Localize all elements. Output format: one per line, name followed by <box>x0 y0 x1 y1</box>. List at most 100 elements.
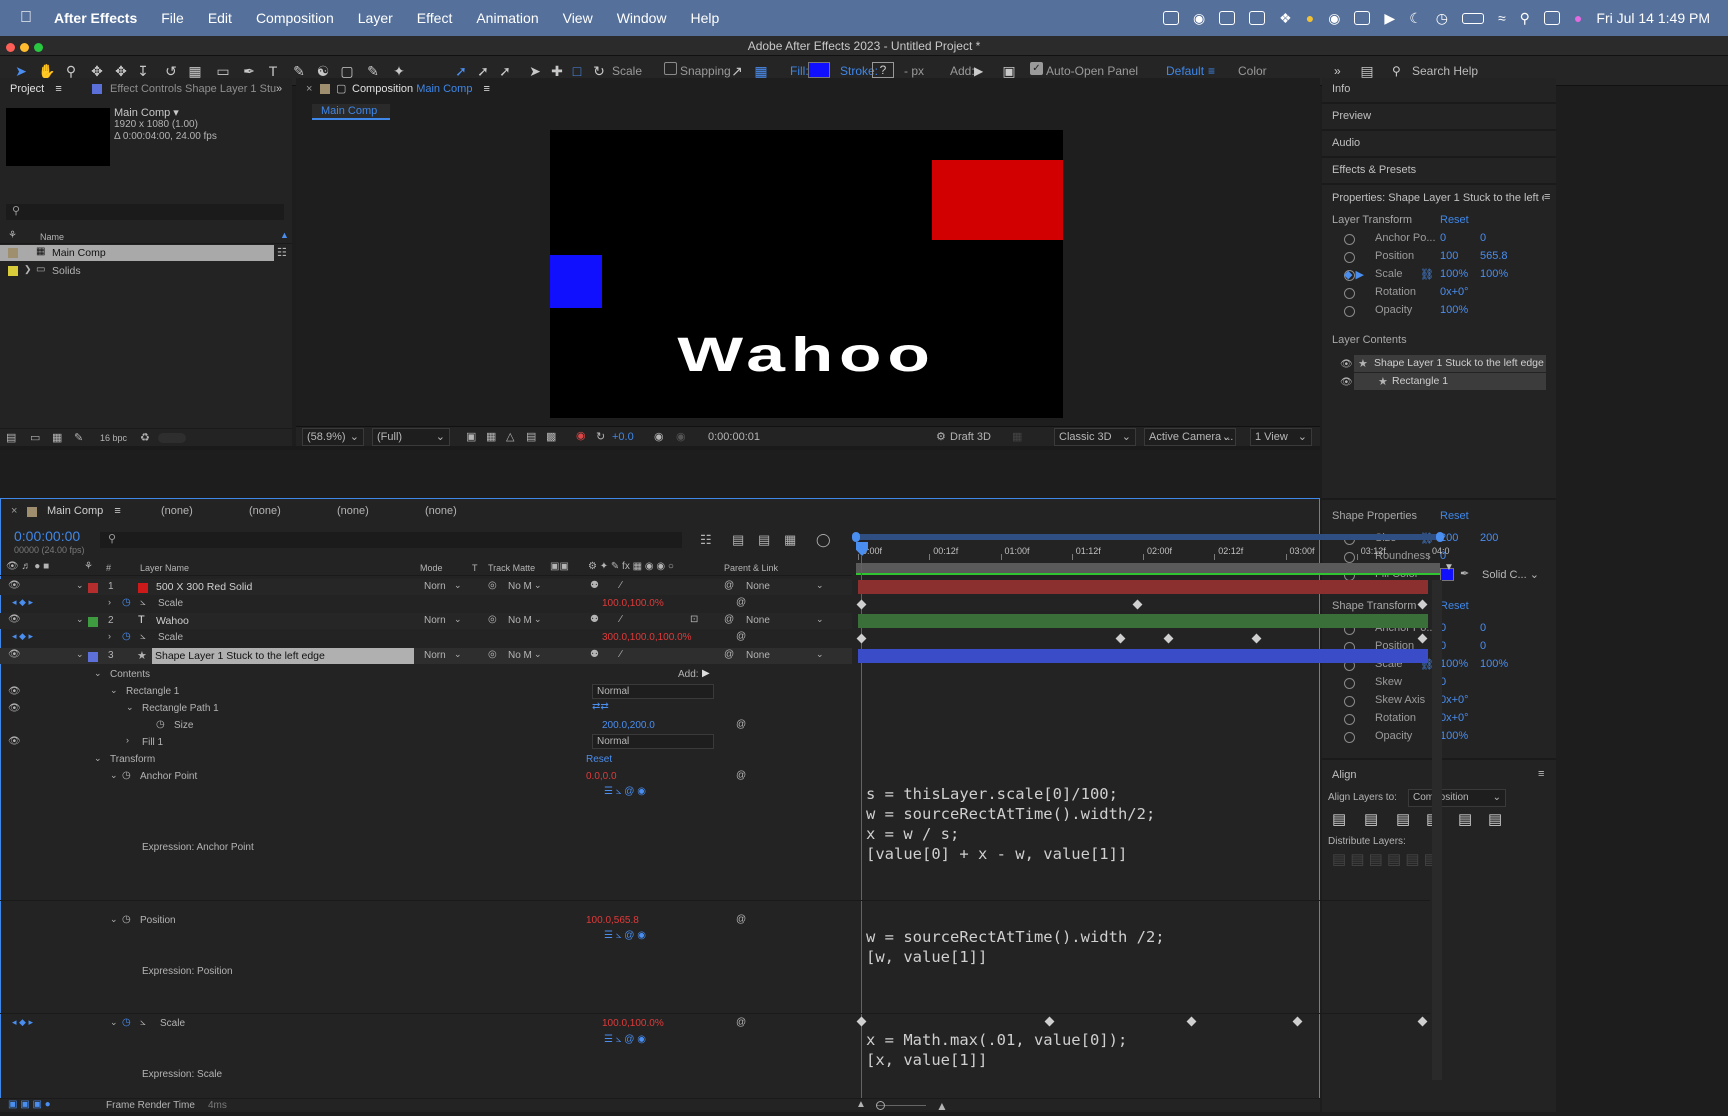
property-value-1[interactable]: 100% <box>1440 304 1468 316</box>
auto-open-checkbox[interactable]: ✓ <box>1030 62 1043 75</box>
expression-code-position[interactable]: w = sourceRectAtTime().width /2; [w, val… <box>866 927 1165 967</box>
eye-icon[interactable]: 👁 <box>8 649 21 660</box>
fill-1-group[interactable]: Fill 1 <box>142 737 163 748</box>
rectangle-path-group[interactable]: Rectangle Path 1 <box>142 703 219 714</box>
clock[interactable]: Fri Jul 14 1:49 PM <box>1596 10 1710 26</box>
menu-composition[interactable]: Composition <box>256 10 334 26</box>
renderer-dropdown[interactable]: Classic 3D ⌄ <box>1054 428 1136 446</box>
menu-layer[interactable]: Layer <box>358 10 393 26</box>
layer-3-track-bar[interactable] <box>858 649 1428 663</box>
add-menu-icon[interactable]: ▶ <box>974 64 983 78</box>
label-color-swatch[interactable] <box>88 652 98 662</box>
chevron-down-icon[interactable]: ⌄ <box>94 753 102 764</box>
track-matte-dropdown[interactable]: No M <box>508 650 532 661</box>
property-value-1[interactable]: 0 <box>1440 232 1446 244</box>
keyframe-nav-icon[interactable]: ◂ ◆ ▸ <box>12 597 33 608</box>
motion-blur-icon[interactable]: ◯ <box>816 532 831 548</box>
chevron-down-icon[interactable]: ⌄ <box>454 649 462 660</box>
constrain-proportions-icon[interactable]: ⛓ <box>1420 268 1434 281</box>
stopwatch-icon[interactable]: ◷ <box>122 597 131 608</box>
menu-window[interactable]: Window <box>617 10 667 26</box>
path-direction-icon[interactable]: ⇄⇄ <box>592 701 609 712</box>
search-help-icon[interactable]: ⚲ <box>1392 64 1401 78</box>
stopwatch-icon[interactable] <box>1344 714 1355 725</box>
properties-panel-title[interactable]: Properties: Shape Layer 1 Stuck to the l… <box>1332 192 1544 204</box>
chevron-right-icon[interactable]: ❯ <box>24 264 32 275</box>
show-snapshot-icon[interactable]: ◉ <box>676 430 686 443</box>
menu-animation[interactable]: Animation <box>476 10 538 26</box>
chevron-down-icon[interactable]: ⌄ <box>110 914 118 925</box>
sort-icon[interactable]: ▲ <box>280 230 289 240</box>
stopwatch-icon[interactable] <box>1344 678 1355 689</box>
comp-marker-bin-icon[interactable]: ▼ <box>1444 562 1456 574</box>
time-ruler[interactable]: 0:00f 00:12f 01:00f 01:12f 02:00f 02:12f 03:00… <box>856 542 1450 560</box>
thumbnail-slider[interactable] <box>158 433 186 443</box>
project-settings-icon[interactable]: ✎ <box>74 431 83 444</box>
menu-file[interactable]: File <box>161 10 184 26</box>
quality-switch-icon[interactable]: ∕ <box>620 580 622 591</box>
more-workspaces-icon[interactable]: » <box>1334 64 1341 78</box>
stroke-width[interactable]: - px <box>904 64 924 78</box>
mode-column[interactable]: Mode <box>420 563 443 573</box>
av-features-icons[interactable]: 👁 ♬ ● ■ <box>6 561 49 572</box>
label-color-swatch[interactable] <box>88 583 98 593</box>
reset-exposure-icon[interactable]: ↻ <box>596 430 605 443</box>
expression-pickwhip-icon[interactable]: @ <box>736 770 746 781</box>
eye-icon[interactable]: 👁 <box>8 580 21 591</box>
search-icon[interactable]: ⚲ <box>1520 10 1530 27</box>
minimize-window-button[interactable] <box>20 43 29 52</box>
layer-mode-dropdown[interactable]: Norn <box>424 581 446 592</box>
rectangle-blend-mode-dropdown[interactable]: Normal <box>592 684 714 699</box>
label-column-icon[interactable]: ⚘ <box>8 230 17 241</box>
expression-controls-icons[interactable]: ☰ ⦣ @ ◉ <box>604 1034 646 1045</box>
layer-name[interactable]: 500 X 300 Red Solid <box>156 581 252 593</box>
fill-color-swatch[interactable] <box>808 62 830 78</box>
keyboard-icon[interactable] <box>1354 11 1371 25</box>
layer-1-track-bar[interactable] <box>858 580 1428 594</box>
expression-pickwhip-icon[interactable]: @ <box>736 597 746 608</box>
frame-blending-icon[interactable]: ▦ <box>784 532 796 548</box>
add-content-icon[interactable]: ▶ <box>702 668 710 679</box>
expression-pickwhip-icon[interactable]: @ <box>736 1017 746 1028</box>
menu-app-name[interactable]: After Effects <box>54 10 137 26</box>
align-panel-title[interactable]: Align <box>1332 769 1356 781</box>
chevron-down-icon[interactable]: ⌄ <box>110 1017 118 1028</box>
stopwatch-icon[interactable] <box>1344 252 1355 263</box>
time-machine-icon[interactable]: ◷ <box>1436 10 1448 27</box>
property-value-1[interactable]: 0x+0° <box>1440 712 1469 724</box>
workspace-menu-icon[interactable]: ≡ <box>1208 64 1215 78</box>
eye-icon[interactable]: 👁 <box>8 614 21 625</box>
align-right-icon[interactable]: ▤ <box>1396 810 1410 828</box>
wahoo-text-layer[interactable]: Wahoo <box>435 328 1179 383</box>
chevron-down-icon[interactable]: ⌄ <box>816 649 824 660</box>
expression-code-scale[interactable]: x = Math.max(.01, value[0]); [x, value[1… <box>866 1030 1127 1070</box>
hide-shy-icon[interactable]: ▤ <box>758 532 770 548</box>
layer-name-column[interactable]: Layer Name <box>140 563 189 573</box>
shy-switch-icon[interactable]: ⚉ <box>590 580 599 591</box>
view-layout-dropdown[interactable]: 1 View ⌄ <box>1250 428 1312 446</box>
layer-2-track-bar[interactable] <box>858 614 1428 628</box>
align-vcenter-icon[interactable]: ▤ <box>1458 810 1472 828</box>
chevron-down-icon[interactable]: ⌄ <box>534 649 542 660</box>
parent-link-column[interactable]: Parent & Link <box>724 563 778 573</box>
eye-icon[interactable]: 👁 <box>1340 377 1353 388</box>
properties-menu-icon[interactable]: ≡ <box>1544 191 1550 203</box>
timeline-zoom-slider[interactable] <box>876 1101 885 1110</box>
siri-icon[interactable]: ● <box>1574 10 1582 26</box>
layer-switches-icons[interactable]: ⚙ ✦ ✎ fx ▦ ◉ ◉ ○ <box>588 561 674 572</box>
chevron-down-icon[interactable]: ⌄ <box>816 614 824 625</box>
viewer-tab-none-4[interactable]: (none) <box>425 505 457 517</box>
property-value-1[interactable]: 0x+0° <box>1440 286 1469 298</box>
expression-controls-icons[interactable]: ☰ ⦣ @ ◉ <box>604 786 646 797</box>
transform-reset[interactable]: Reset <box>586 754 612 765</box>
keyframe-nav-icon[interactable]: ◆ ▶ <box>1344 268 1364 281</box>
new-folder-icon[interactable]: ▭ <box>30 431 40 444</box>
fill-blend-mode-dropdown[interactable]: Normal <box>592 734 714 749</box>
chevron-down-icon[interactable]: ⌄ <box>126 702 134 713</box>
chevron-down-icon[interactable]: ⌄ <box>76 649 84 660</box>
viewer-tab-none-3[interactable]: (none) <box>337 505 369 517</box>
viewer-tab-main-comp[interactable]: Main Comp <box>312 104 390 120</box>
menu-view[interactable]: View <box>563 10 593 26</box>
stopwatch-icon[interactable]: ◷ <box>122 1017 131 1028</box>
contents-item-shape-layer[interactable]: ★ Shape Layer 1 Stuck to the left edge <box>1354 355 1546 372</box>
